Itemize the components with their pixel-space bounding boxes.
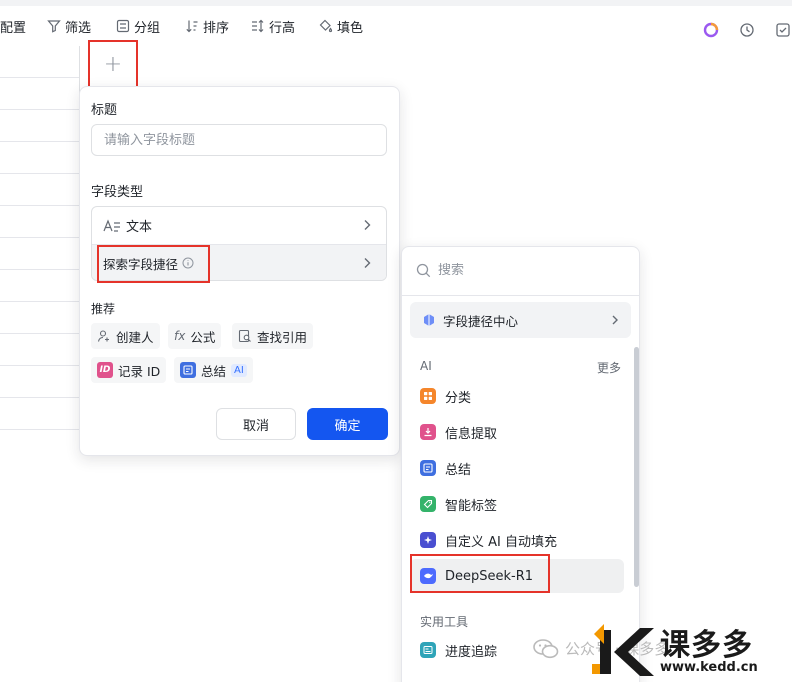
row-height-icon [252, 19, 264, 33]
plus-icon: + [103, 51, 123, 77]
recommend-chip-lookup[interactable]: 查找引用 [232, 323, 314, 349]
wechat-icon [533, 638, 559, 658]
field-type-label: 字段类型 [91, 185, 144, 200]
table-row[interactable] [0, 398, 79, 430]
group-label: 分组 [134, 20, 161, 36]
table-row[interactable] [0, 366, 79, 398]
config-label: 配置 [0, 20, 27, 36]
table-row[interactable] [0, 174, 79, 206]
sparkle-icon [420, 532, 436, 548]
tools-section-label: 实用工具 [420, 615, 469, 629]
recommend-chip-summary[interactable]: 总结 AI [174, 357, 253, 383]
config-button[interactable]: 配置 [0, 16, 26, 36]
chevron-right-icon [364, 220, 371, 230]
field-shortcut-menu: 字段捷径中心 AI 更多 分类 信息提取 总结 智能标签 自定义 AI 自动填充 [401, 246, 640, 682]
menu-item-summary[interactable]: 总结 [410, 451, 624, 485]
field-title-input[interactable] [91, 124, 387, 156]
chip-label: 查找引用 [257, 329, 308, 345]
chip-label: 公式 [190, 329, 216, 345]
table-row[interactable] [0, 270, 79, 302]
divider [402, 295, 639, 296]
title-label: 标题 [91, 103, 118, 118]
checklist-icon[interactable] [775, 22, 791, 38]
filter-label: 筛选 [65, 20, 92, 36]
shortcut-center-icon [424, 314, 434, 326]
highlight-box-shortcut [97, 245, 210, 283]
watermark-brand: 课多多 [660, 628, 753, 663]
highlight-box-deepseek [410, 554, 550, 593]
table-grid [0, 46, 80, 434]
chevron-right-icon [364, 258, 371, 268]
table-row[interactable] [0, 142, 79, 174]
ai-section-label: AI [420, 359, 432, 373]
category-icon [420, 388, 436, 404]
table-row[interactable] [0, 46, 79, 78]
menu-item-label: 进度追踪 [445, 644, 498, 660]
menu-item-label: 总结 [445, 462, 472, 478]
field-type-value: 文本 [126, 220, 153, 235]
table-row[interactable] [0, 78, 79, 110]
menu-item-custom-ai[interactable]: 自定义 AI 自动填充 [410, 523, 624, 557]
lookup-icon [238, 329, 251, 343]
shortcut-center-label: 字段捷径中心 [443, 313, 519, 329]
table-row[interactable] [0, 334, 79, 366]
table-row[interactable] [0, 302, 79, 334]
ai-badge: AI [231, 363, 247, 377]
row-height-label: 行高 [269, 20, 296, 36]
recommend-chip-record-id[interactable]: ID 记录 ID [91, 357, 167, 383]
formula-icon: fx [174, 329, 186, 343]
menu-search [416, 263, 618, 278]
summary-icon [420, 460, 436, 476]
group-button[interactable]: 分组 [116, 16, 160, 36]
filter-icon [47, 20, 61, 33]
chevron-right-icon [612, 315, 618, 325]
recommend-chip-creator[interactable]: 创建人 [91, 323, 160, 349]
search-icon [416, 263, 431, 278]
table-row[interactable] [0, 206, 79, 238]
chip-label: 记录 ID [118, 363, 161, 379]
chip-label: 创建人 [116, 329, 154, 345]
menu-scrollbar[interactable] [634, 347, 639, 587]
extract-icon [420, 424, 436, 440]
table-row[interactable] [0, 110, 79, 142]
watermark-url: www.kedd.cn [660, 660, 758, 675]
field-type-option-text[interactable]: 文本 [92, 207, 386, 244]
person-add-icon [97, 330, 109, 342]
summary-icon [180, 362, 196, 378]
history-icon[interactable] [739, 22, 755, 38]
sort-button[interactable]: 排序 [185, 16, 229, 36]
filter-button[interactable]: 筛选 [47, 16, 91, 36]
sort-label: 排序 [203, 20, 230, 36]
cancel-button[interactable]: 取消 [216, 408, 296, 440]
fill-color-label: 填色 [337, 20, 364, 36]
menu-item-label: 自定义 AI 自动填充 [445, 534, 557, 550]
chip-label: 总结 [201, 363, 227, 379]
text-type-icon [103, 218, 120, 232]
ai-assistant-icon[interactable] [703, 22, 719, 38]
id-icon: ID [97, 362, 113, 378]
menu-item-label: 信息提取 [445, 426, 498, 442]
more-link[interactable]: 更多 [597, 359, 621, 376]
search-input[interactable] [438, 263, 618, 278]
menu-item-extract[interactable]: 信息提取 [410, 415, 624, 449]
add-column-button[interactable]: + [88, 40, 138, 88]
sort-icon [186, 20, 198, 33]
menu-item-label: 智能标签 [445, 498, 498, 514]
menu-item-category[interactable]: 分类 [410, 379, 624, 413]
row-height-button[interactable]: 行高 [251, 16, 295, 36]
recommend-label: 推荐 [91, 302, 116, 316]
table-row[interactable] [0, 238, 79, 270]
confirm-button[interactable]: 确定 [307, 408, 388, 440]
progress-icon [420, 642, 436, 658]
tag-icon [420, 496, 436, 512]
paint-bucket-icon [319, 19, 333, 33]
shortcut-center-item[interactable]: 字段捷径中心 [410, 302, 631, 338]
group-icon [116, 19, 130, 33]
menu-item-smart-tag[interactable]: 智能标签 [410, 487, 624, 521]
view-toolbar: 配置 筛选 分组 排序 行高 填色 [0, 6, 792, 44]
menu-item-label: 分类 [445, 390, 472, 406]
fill-color-button[interactable]: 填色 [319, 16, 363, 36]
recommend-chip-formula[interactable]: fx 公式 [168, 323, 222, 349]
